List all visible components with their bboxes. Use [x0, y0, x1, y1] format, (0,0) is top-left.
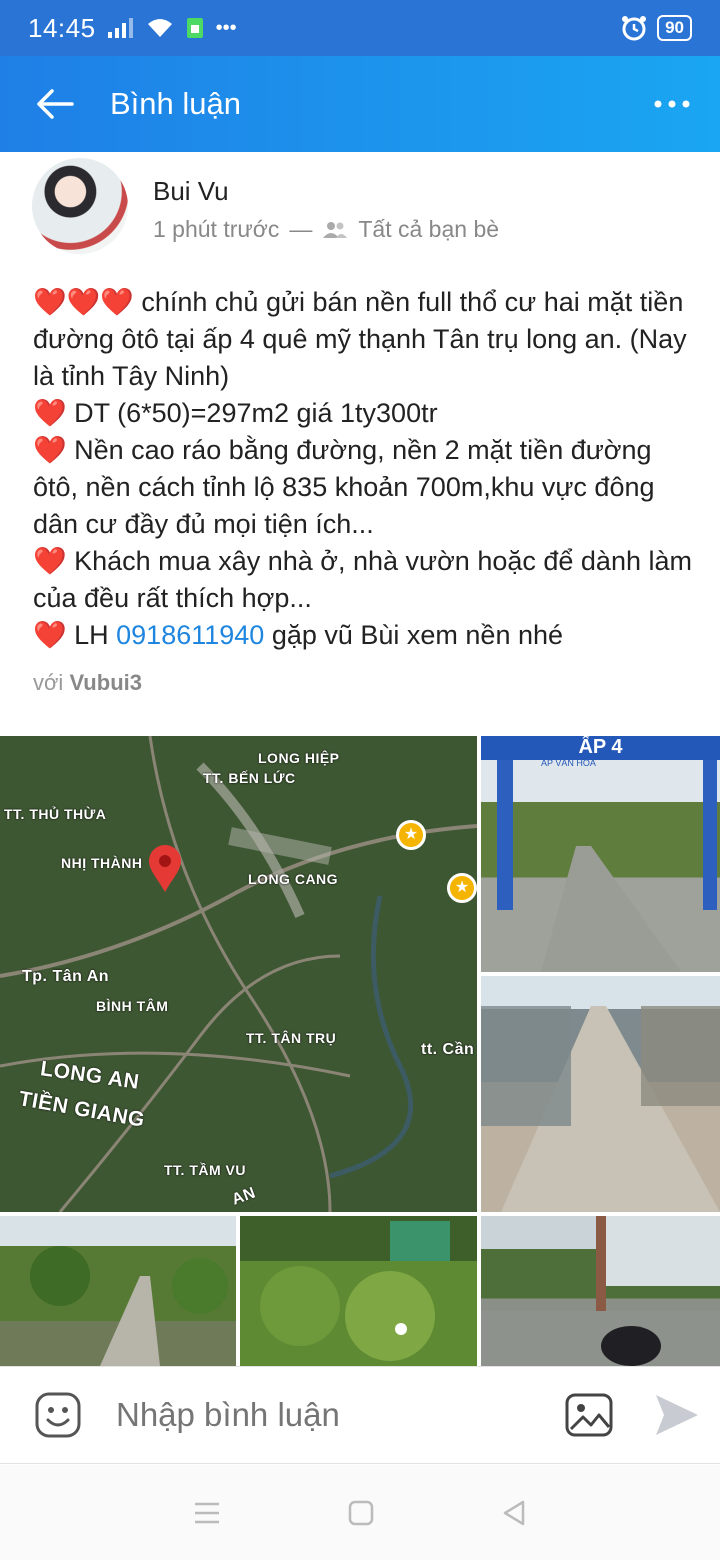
- photo-gallery: LONG HIỆP TT. BẾN LỨC TT. THỦ THỪA NHỊ T…: [0, 736, 720, 1366]
- alarm-icon: [622, 16, 647, 41]
- back-arrow-icon: [37, 89, 74, 119]
- post-meta: 1 phút trước — Tất cả bạn bè: [153, 216, 499, 243]
- back-nav-icon[interactable]: [501, 1499, 527, 1527]
- sim-icon: [186, 18, 203, 38]
- concrete-road-photo[interactable]: [481, 976, 720, 1212]
- roadside-house-photo[interactable]: [481, 1216, 720, 1366]
- star-marker-icon: ★: [396, 820, 426, 850]
- post-audience: Tất cả bạn bè: [358, 216, 500, 242]
- post-contact-line: ❤️ LH 0918611940 gặp vũ Bùi xem nền nhé: [33, 617, 693, 654]
- map-label: NHỊ THÀNH: [61, 855, 143, 871]
- more-dots-icon: [654, 100, 690, 108]
- map-label: TT. THỦ THỪA: [4, 806, 107, 822]
- more-notifications-icon: •••: [215, 16, 237, 39]
- map-label: BÌNH TÂM: [96, 998, 169, 1014]
- back-button[interactable]: [0, 56, 110, 152]
- image-icon: [565, 1393, 613, 1437]
- page-title: Bình luận: [110, 86, 241, 121]
- tagged-user-link[interactable]: Vubui3: [69, 670, 142, 695]
- village-gate-photo[interactable]: ẤP 4 ẤP VĂN HÓA: [481, 736, 720, 972]
- wifi-icon: [147, 19, 172, 37]
- garden-path-photo[interactable]: [0, 1216, 236, 1366]
- avatar[interactable]: [32, 158, 128, 254]
- send-button[interactable]: [634, 1393, 720, 1437]
- post-line: ❤️ DT (6*50)=297m2 giá 1ty300tr: [33, 398, 438, 428]
- tag-prefix: với: [33, 670, 64, 695]
- more-options-button[interactable]: [624, 56, 720, 152]
- map-label: TT. BẾN LỨC: [203, 770, 296, 786]
- send-icon: [656, 1395, 698, 1435]
- home-icon[interactable]: [348, 1500, 374, 1526]
- star-marker-icon: ★: [447, 873, 477, 903]
- post-time: 1 phút trước: [153, 216, 280, 242]
- contact-suffix: gặp vũ Bùi xem nền nhé: [264, 620, 564, 650]
- post-body: ❤️❤️❤️ chính chủ gửi bán nền full thổ cư…: [33, 284, 693, 654]
- app-bar: Bình luận: [0, 56, 720, 152]
- map-pin-icon: [149, 845, 181, 892]
- system-nav-bar: [0, 1465, 720, 1560]
- status-time: 14:45: [28, 12, 96, 43]
- status-bar: 14:45 ••• 90: [0, 0, 720, 56]
- map-label: TT. TÂN TRỤ: [246, 1030, 337, 1046]
- signal-icon: [107, 18, 133, 38]
- map-label: TT. TẦM VU: [164, 1162, 246, 1178]
- post-line: ❤️ Khách mua xây nhà ở, nhà vườn hoặc để…: [33, 546, 692, 613]
- map-label: LONG HIỆP: [258, 750, 340, 766]
- tagged-users: với Vubui3: [33, 670, 142, 696]
- post-header: Bui Vu 1 phút trước — Tất cả bạn bè: [0, 152, 720, 262]
- author-name[interactable]: Bui Vu: [153, 176, 229, 207]
- map-label: tt. Cần: [421, 1041, 475, 1058]
- battery-indicator: 90: [657, 15, 692, 41]
- map-photo[interactable]: LONG HIỆP TT. BẾN LỨC TT. THỦ THỪA NHỊ T…: [0, 736, 477, 1212]
- overgrown-lot-photo[interactable]: [240, 1216, 477, 1366]
- comment-input[interactable]: [116, 1396, 544, 1434]
- post-line: ❤️ Nền cao ráo bằng đường, nền 2 mặt tiề…: [33, 435, 655, 539]
- emoji-button[interactable]: [0, 1391, 116, 1439]
- comment-composer: [0, 1366, 720, 1464]
- phone-link[interactable]: 0918611940: [116, 620, 264, 650]
- map-label: LONG CANG: [248, 871, 339, 887]
- contact-prefix: ❤️ LH: [33, 620, 117, 650]
- meta-separator: —: [289, 216, 313, 242]
- friends-icon: [323, 221, 348, 238]
- sticker-icon: [35, 1392, 81, 1438]
- map-label: Tp. Tân An: [22, 968, 110, 985]
- attach-photo-button[interactable]: [544, 1393, 634, 1437]
- menu-icon[interactable]: [193, 1501, 221, 1525]
- post-line: ❤️❤️❤️ chính chủ gửi bán nền full thổ cư…: [33, 287, 687, 391]
